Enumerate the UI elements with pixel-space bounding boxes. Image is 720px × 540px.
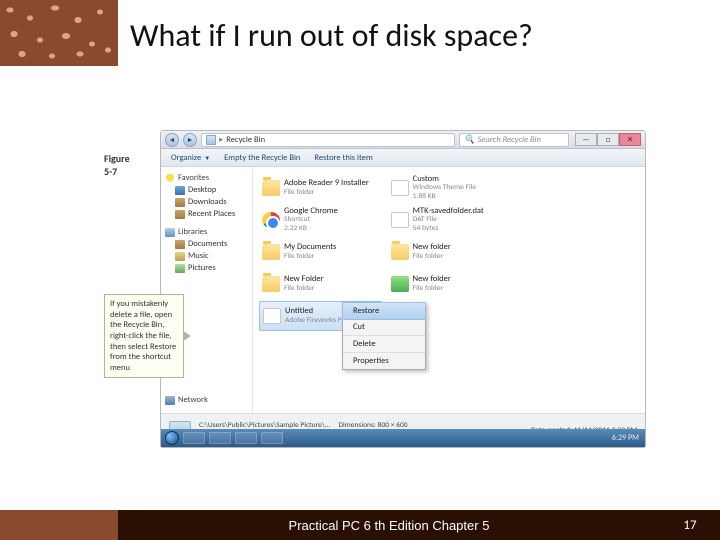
theme-file-icon (391, 180, 409, 196)
search-placeholder: Search Recycle Bin (478, 135, 541, 145)
downloads-icon (175, 198, 185, 207)
minimize-button[interactable]: — (575, 133, 597, 146)
file-item[interactable]: New FolderFile folder (259, 269, 382, 299)
folder-icon (262, 276, 280, 292)
corner-pattern (0, 0, 118, 66)
recent-icon (175, 210, 185, 219)
taskbar: 6:29 PM (161, 429, 645, 447)
figure-container: Figure 5-7 ◄ ► ▸ Recycle Bin 🔍 Search Re… (106, 130, 646, 470)
sidebar-item-desktop[interactable]: Desktop (165, 185, 248, 195)
restore-item-button[interactable]: Restore this item (314, 153, 372, 163)
explorer-window: ◄ ► ▸ Recycle Bin 🔍 Search Recycle Bin —… (160, 130, 646, 448)
maximize-button[interactable]: □ (597, 133, 619, 146)
png-file-icon (263, 308, 281, 324)
file-item[interactable]: MTK-savedfolder.datDAT File 54 bytes (388, 205, 511, 235)
star-icon (165, 174, 175, 183)
slide-footer: Practical PC 6 th Edition Chapter 5 17 (0, 510, 720, 540)
file-item[interactable]: New folderFile folder (388, 237, 511, 267)
footer-text: Practical PC 6 th Edition Chapter 5 (118, 518, 660, 533)
documents-icon (175, 240, 185, 249)
figure-label: Figure 5-7 (104, 152, 130, 178)
organize-menu[interactable]: Organize ▼ (171, 153, 210, 163)
file-item[interactable]: New folderFile folder (388, 269, 511, 299)
start-button[interactable] (165, 431, 179, 445)
context-menu-restore[interactable]: Restore (342, 302, 426, 320)
search-input[interactable]: 🔍 Search Recycle Bin (459, 133, 569, 147)
file-item[interactable]: My DocumentsFile folder (259, 237, 382, 267)
chrome-icon (262, 212, 280, 228)
address-bar[interactable]: ▸ Recycle Bin (201, 133, 455, 147)
sidebar-item-music[interactable]: Music (165, 251, 248, 261)
desktop-icon (175, 186, 185, 195)
folder-icon (262, 180, 280, 196)
slide: What if I run out of disk space? Figure … (0, 0, 720, 540)
page-number: 17 (660, 518, 720, 533)
address-location: Recycle Bin (226, 135, 265, 145)
window-controls: — □ ✕ (575, 133, 641, 146)
music-icon (175, 252, 185, 261)
instruction-callout: If you mistakenly delete a file, open th… (104, 294, 184, 378)
slide-title: What if I run out of disk space? (130, 16, 533, 55)
dat-file-icon (391, 212, 409, 228)
context-menu-delete[interactable]: Delete (343, 336, 425, 353)
network-icon (165, 396, 175, 405)
folder-icon (391, 244, 409, 260)
close-button[interactable]: ✕ (619, 133, 641, 146)
network-group[interactable]: Network (165, 395, 248, 405)
file-list: Adobe Reader 9 InstallerFile folder Cust… (253, 167, 645, 413)
empty-recycle-bin-button[interactable]: Empty the Recycle Bin (224, 153, 300, 163)
file-item[interactable]: Adobe Reader 9 InstallerFile folder (259, 173, 382, 203)
pictures-icon (175, 264, 185, 273)
taskbar-clock[interactable]: 6:29 PM (612, 433, 641, 443)
sidebar-item-pictures[interactable]: Pictures (165, 263, 248, 273)
favorites-group[interactable]: Favorites (165, 173, 248, 183)
taskbar-app[interactable] (235, 432, 257, 444)
recycle-bin-icon (206, 135, 216, 145)
sidebar-item-recent[interactable]: Recent Places (165, 209, 248, 219)
nav-forward-button[interactable]: ► (183, 133, 197, 147)
sidebar-item-downloads[interactable]: Downloads (165, 197, 248, 207)
file-item[interactable]: CustomWindows Theme File 1.88 KB (388, 173, 511, 203)
explorer-body: Favorites Desktop Downloads Recent Place… (161, 167, 645, 413)
nav-back-button[interactable]: ◄ (165, 133, 179, 147)
context-menu: Restore Cut Delete Properties (342, 302, 426, 370)
context-menu-properties[interactable]: Properties (343, 353, 425, 369)
folder-icon (391, 276, 409, 292)
context-menu-cut[interactable]: Cut (343, 319, 425, 336)
explorer-toolbar: Organize ▼ Empty the Recycle Bin Restore… (161, 149, 645, 167)
window-titlebar: ◄ ► ▸ Recycle Bin 🔍 Search Recycle Bin —… (161, 131, 645, 149)
footer-accent (0, 510, 118, 540)
taskbar-app[interactable] (209, 432, 231, 444)
taskbar-app[interactable] (183, 432, 205, 444)
sidebar-item-documents[interactable]: Documents (165, 239, 248, 249)
taskbar-app[interactable] (261, 432, 283, 444)
libraries-group[interactable]: Libraries (165, 227, 248, 237)
libraries-icon (165, 228, 175, 237)
file-item[interactable]: Google ChromeShortcut 2.22 KB (259, 205, 382, 235)
folder-icon (262, 244, 280, 260)
